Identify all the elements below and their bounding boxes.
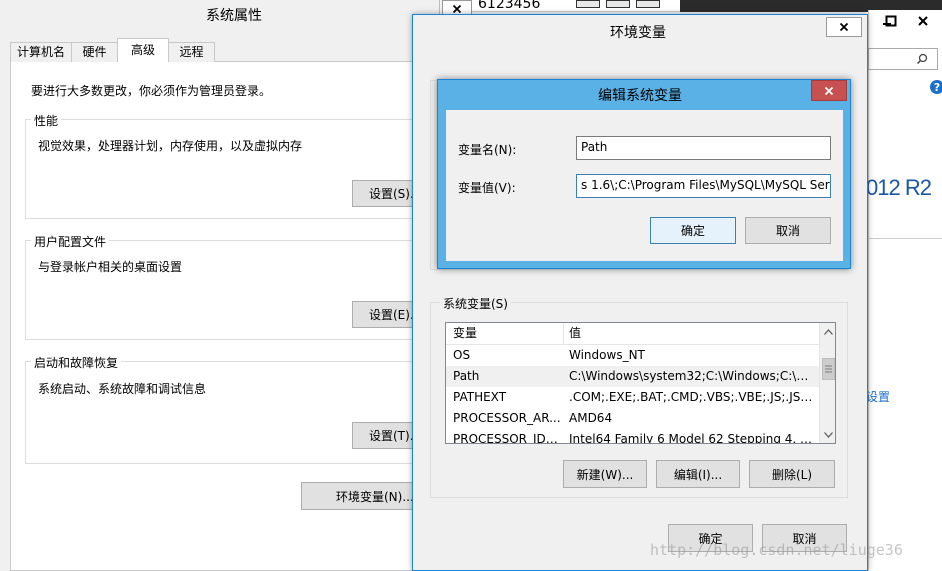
column-header-value[interactable]: 值 xyxy=(569,323,809,344)
background-maximize-icon[interactable] xyxy=(880,10,902,32)
close-icon xyxy=(918,16,928,26)
edit-dialog-title: 编辑系统变量 xyxy=(598,88,682,104)
tab-remote[interactable]: 远程 xyxy=(168,42,215,62)
close-icon xyxy=(452,4,462,14)
performance-group-title: 性能 xyxy=(31,112,62,129)
env-vars-close-button[interactable] xyxy=(826,17,862,37)
grip-icon xyxy=(825,365,832,373)
user-profiles-desc: 与登录帐户相关的桌面设置 xyxy=(38,260,183,274)
watermark: http://blog.csdn.net/liuge36 xyxy=(650,541,903,559)
row-variable-value: Intel64 Family 6 Model 62 Stepping 4, G.… xyxy=(569,432,814,444)
edit-dialog-cancel-button[interactable]: 取消 xyxy=(745,217,831,244)
background-settings-link[interactable]: 设置 xyxy=(866,388,890,405)
row-variable-value: .COM;.EXE;.BAT;.CMD;.VBS;.VBE;.JS;.JSE;.… xyxy=(569,390,814,404)
background-close-button[interactable] xyxy=(636,0,660,8)
startup-group-title: 启动和故障恢复 xyxy=(31,354,122,371)
system-vars-list[interactable]: 变量 值 OS Windows_NT Path C:\Windows\system32… xyxy=(445,322,836,444)
variable-value-label: 变量值(V): xyxy=(458,181,516,195)
variable-name-input[interactable]: Path xyxy=(576,136,831,160)
edit-variable-button[interactable]: 编辑(I)... xyxy=(656,460,740,488)
scroll-up-arrow-icon[interactable] xyxy=(820,323,835,340)
table-row[interactable]: PATHEXT .COM;.EXE;.BAT;.CMD;.VBS;.VBE;.JS… xyxy=(446,387,819,408)
background-divider xyxy=(868,238,942,239)
tab-advanced[interactable]: 高级 xyxy=(117,38,169,62)
env-vars-title: 环境变量 xyxy=(610,25,666,41)
row-variable-name: Path xyxy=(453,369,480,383)
tab-hardware[interactable]: 硬件 xyxy=(71,42,118,62)
row-variable-name: OS xyxy=(453,348,471,362)
search-icon xyxy=(912,50,932,68)
row-variable-name: PATHEXT xyxy=(453,390,507,404)
tab-computer-name[interactable]: 计算机名 xyxy=(10,42,72,62)
close-icon xyxy=(839,22,849,32)
os-version-text: 012 R2 xyxy=(866,175,932,200)
new-variable-button[interactable]: 新建(W)... xyxy=(563,460,647,488)
edit-dialog-ok-button[interactable]: 确定 xyxy=(650,217,736,244)
variable-name-label: 变量名(N): xyxy=(458,143,517,157)
row-variable-name: PROCESSOR_IDE... xyxy=(453,432,561,444)
background-max-button[interactable] xyxy=(606,0,630,8)
startup-desc: 系统启动、系统故障和调试信息 xyxy=(38,382,207,396)
delete-variable-button[interactable]: 删除(L) xyxy=(749,460,835,488)
row-variable-value: AMD64 xyxy=(569,411,613,425)
scroll-down-arrow-icon[interactable] xyxy=(820,426,835,443)
help-icon[interactable]: ? xyxy=(930,80,942,94)
table-row[interactable]: PROCESSOR_AR... AMD64 xyxy=(446,408,819,429)
row-variable-value: Windows_NT xyxy=(569,348,645,362)
background-right-window xyxy=(868,10,942,571)
list-scrollbar[interactable] xyxy=(819,323,835,443)
user-profiles-group-title: 用户配置文件 xyxy=(31,233,110,250)
column-header-variable[interactable]: 变量 xyxy=(453,323,561,344)
scroll-thumb[interactable] xyxy=(822,358,835,380)
performance-desc: 视觉效果，处理器计划，内存使用，以及虚拟内存 xyxy=(38,139,303,153)
edit-dialog-close-button[interactable] xyxy=(811,80,847,101)
table-row[interactable]: PROCESSOR_IDE... Intel64 Family 6 Model 6… xyxy=(446,429,819,444)
maximize-icon xyxy=(885,15,897,27)
background-min-button[interactable] xyxy=(576,0,600,8)
list-header: 变量 值 xyxy=(446,323,819,345)
system-properties-title: 系统属性 xyxy=(206,8,262,24)
row-variable-name: PROCESSOR_AR... xyxy=(453,411,561,425)
admin-note: 要进行大多数更改，你必须作为管理员登录。 xyxy=(31,84,272,98)
variable-value-input[interactable]: s 1.6\;C:\Program Files\MySQL\MySQL Ser xyxy=(576,174,831,198)
background-partial-text: 6123456 xyxy=(478,0,541,12)
close-icon xyxy=(824,86,834,95)
row-variable-value: C:\Windows\system32;C:\Windows;C:\Wi... xyxy=(569,369,814,383)
table-row[interactable]: Path C:\Windows\system32;C:\Windows;C:\Wi… xyxy=(446,366,819,387)
system-vars-title: 系统变量(S) xyxy=(440,295,511,312)
column-divider[interactable] xyxy=(563,323,564,345)
background-close-icon[interactable] xyxy=(908,10,938,32)
table-row[interactable]: OS Windows_NT xyxy=(446,345,819,366)
